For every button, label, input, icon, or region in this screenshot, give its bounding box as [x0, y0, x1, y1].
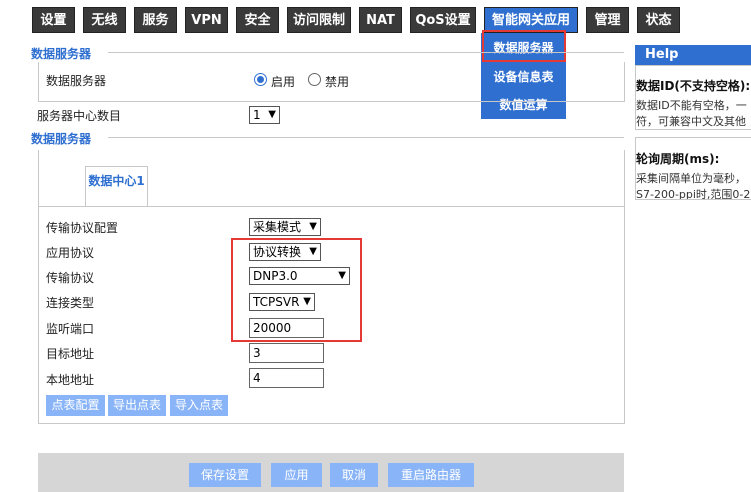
server-label: 数据服务器 — [46, 74, 107, 88]
disable-label: 禁用 — [325, 75, 350, 89]
help-item-text: 符，可兼容中文及其他 — [636, 115, 746, 128]
tab-data-center-1[interactable]: 数据中心1 — [85, 166, 148, 206]
save-settings-button[interactable]: 保存设置 — [189, 463, 261, 487]
transport-config-label: 传输协议配置 — [46, 221, 119, 235]
help-item-poll-period: 轮询周期(ms): 采集间隔单位为毫秒， S7-200-ppi时,范围0-2 — [635, 137, 751, 200]
local-address-input[interactable]: 4 — [249, 368, 324, 388]
chevron-down-icon: ▼ — [268, 109, 276, 120]
tab-wireless[interactable]: 无线 — [83, 7, 126, 33]
tab-qos[interactable]: QoS设置 — [410, 7, 476, 33]
app-protocol-label: 应用协议 — [46, 246, 95, 260]
tab-access-restriction[interactable]: 访问限制 — [287, 7, 351, 33]
cancel-button[interactable]: 取消 — [330, 463, 378, 487]
help-item-title: 数据ID(不支持空格): — [636, 79, 751, 93]
transport-config-value: 采集模式 — [253, 220, 302, 234]
highlight-box-menu — [482, 30, 566, 62]
tab-security[interactable]: 安全 — [236, 7, 279, 33]
tab-services[interactable]: 服务 — [134, 7, 177, 33]
help-item-text: 数据ID不能有空格，一 — [636, 99, 747, 112]
section-title-data-server-2: 数据服务器 — [31, 132, 92, 146]
chevron-down-icon: ▼ — [309, 221, 317, 232]
export-points-button[interactable]: 导出点表 — [108, 395, 166, 416]
help-item-title: 轮询周期(ms): — [636, 152, 720, 166]
section-divider — [108, 52, 624, 53]
apply-button[interactable]: 应用 — [271, 463, 322, 487]
help-item-text: S7-200-ppi时,范围0-2 — [636, 188, 751, 200]
highlight-box-fields — [231, 238, 362, 342]
target-address-input[interactable]: 3 — [249, 343, 324, 363]
section-divider-2 — [108, 137, 624, 138]
local-address-label: 本地地址 — [46, 373, 95, 387]
listen-port-label: 监听端口 — [46, 322, 95, 336]
import-points-button[interactable]: 导入点表 — [170, 395, 228, 416]
top-nav: 设置 无线 服务 VPN 安全 访问限制 NAT QoS设置 智能网关应用 管理… — [0, 0, 751, 36]
center-count-value: 1 — [253, 108, 261, 122]
tab-status[interactable]: 状态 — [637, 7, 680, 33]
enable-radio[interactable] — [254, 73, 267, 86]
disable-radio[interactable] — [308, 73, 321, 86]
center-count-select[interactable]: 1 ▼ — [249, 106, 280, 124]
connection-type-label: 连接类型 — [46, 296, 95, 310]
center-count-label: 服务器中心数目 — [37, 109, 122, 123]
reboot-router-button[interactable]: 重启路由器 — [388, 463, 474, 487]
tab-vpn[interactable]: VPN — [185, 7, 228, 33]
tab-nat[interactable]: NAT — [359, 7, 402, 33]
help-header: Help — [635, 45, 751, 65]
help-item-data-id: 数据ID(不支持空格): 数据ID不能有空格，一 符，可兼容中文及其他 — [635, 65, 751, 130]
transport-config-select[interactable]: 采集模式 ▼ — [249, 218, 321, 236]
help-item-text: 采集间隔单位为毫秒， — [636, 172, 746, 185]
enable-label: 启用 — [271, 75, 296, 89]
tab-settings[interactable]: 设置 — [32, 7, 75, 33]
transport-protocol-label: 传输协议 — [46, 271, 95, 285]
target-address-label: 目标地址 — [46, 347, 95, 361]
section-title-data-server: 数据服务器 — [31, 47, 92, 61]
point-config-button[interactable]: 点表配置 — [46, 395, 105, 416]
tab-management[interactable]: 管理 — [586, 7, 629, 33]
